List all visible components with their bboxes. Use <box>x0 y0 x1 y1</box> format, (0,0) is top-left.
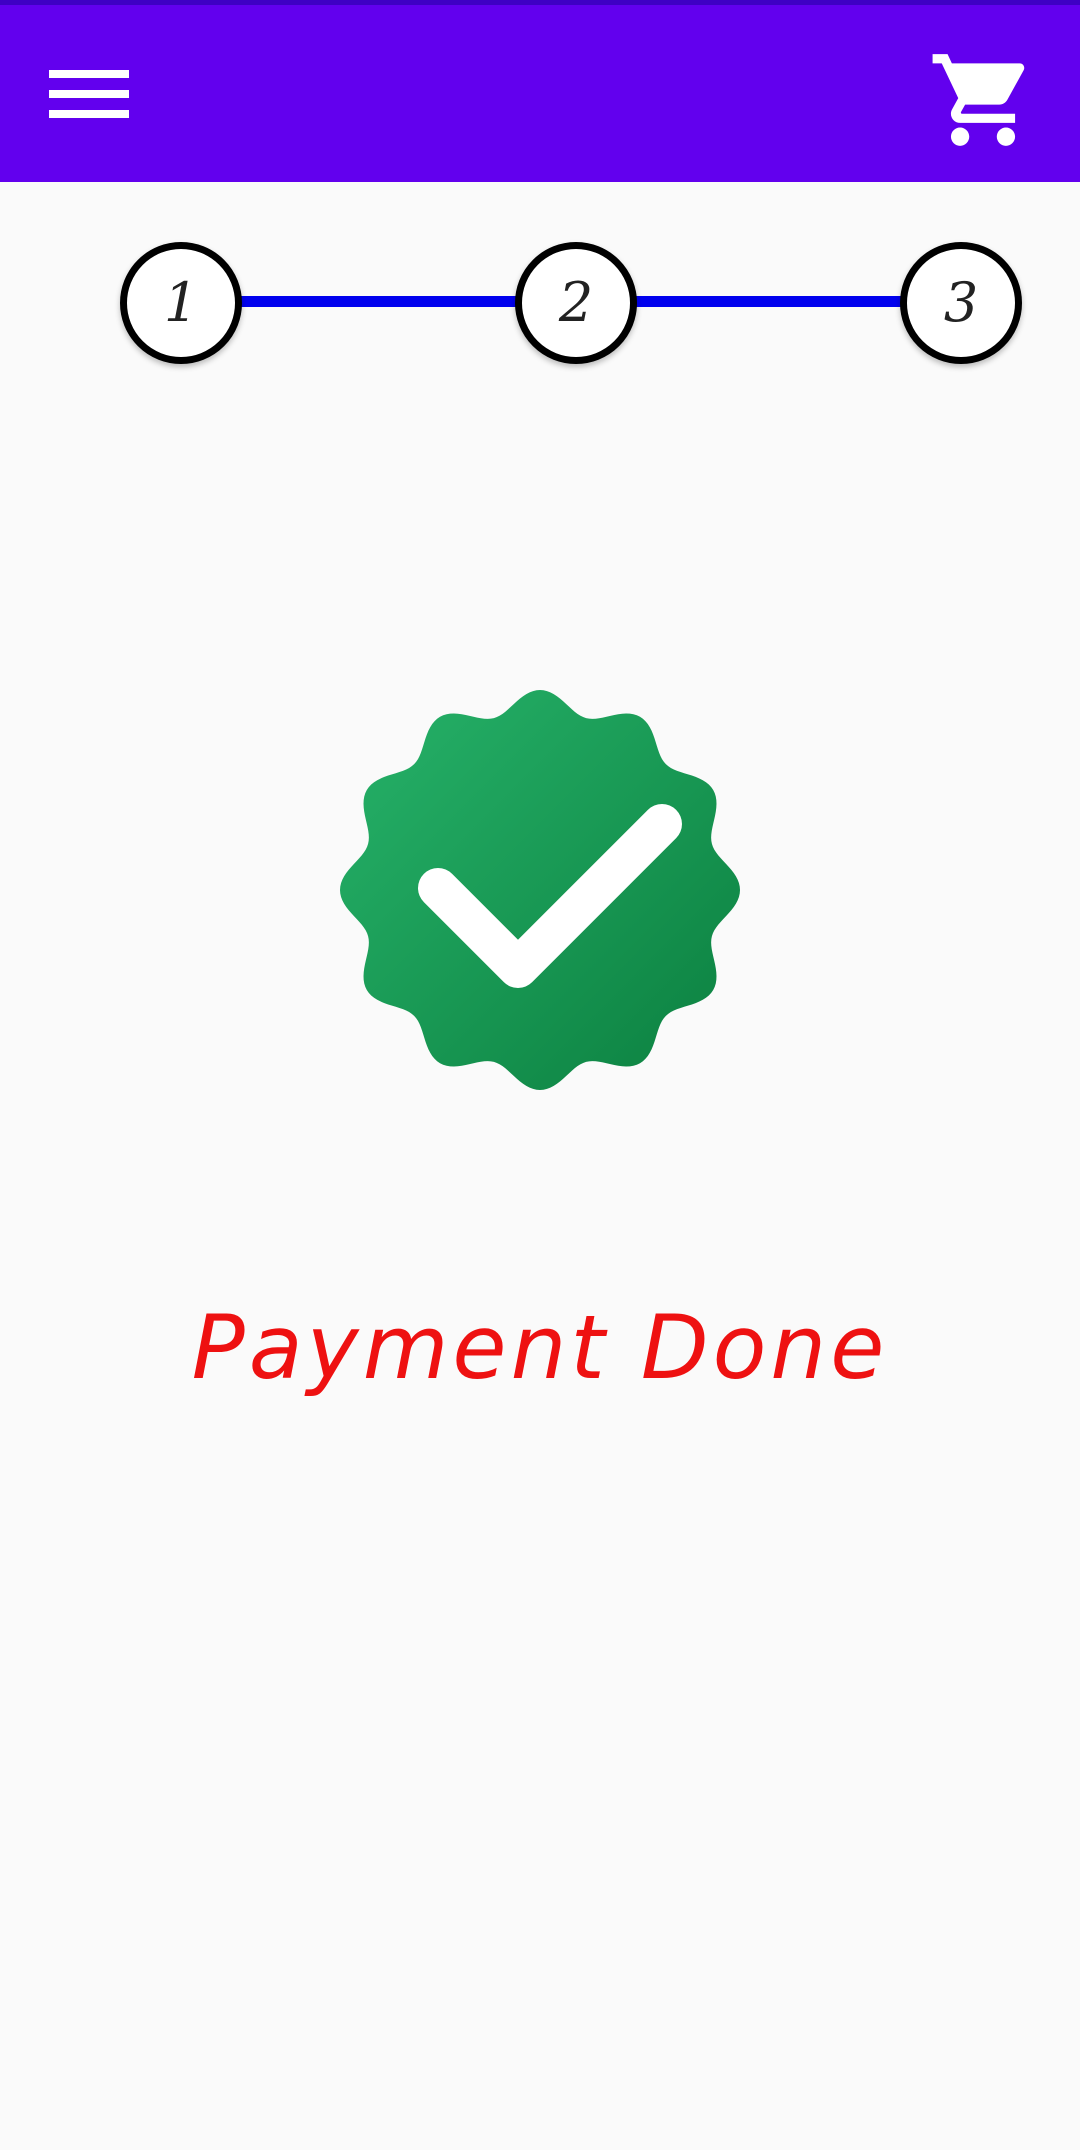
step-label: 3 <box>943 271 979 334</box>
checkout-stepper: 1 2 3 <box>0 182 1080 422</box>
step-2[interactable]: 2 <box>515 242 637 364</box>
app-bar <box>0 0 1080 182</box>
hamburger-menu-icon-bar <box>49 90 129 98</box>
hamburger-menu-icon-bar <box>49 110 129 118</box>
cart-button[interactable] <box>928 45 1038 155</box>
shopping-cart-icon <box>932 54 1025 146</box>
step-1[interactable]: 1 <box>120 242 242 364</box>
step-label: 1 <box>163 271 199 334</box>
menu-button[interactable] <box>40 60 136 130</box>
step-3[interactable]: 3 <box>900 242 1022 364</box>
payment-status-message: Payment Done <box>191 1296 889 1399</box>
hamburger-menu-icon <box>49 70 129 78</box>
step-connector <box>220 296 540 307</box>
step-label: 2 <box>558 271 594 334</box>
verified-check-badge-icon <box>340 690 740 1090</box>
step-connector <box>620 296 920 307</box>
